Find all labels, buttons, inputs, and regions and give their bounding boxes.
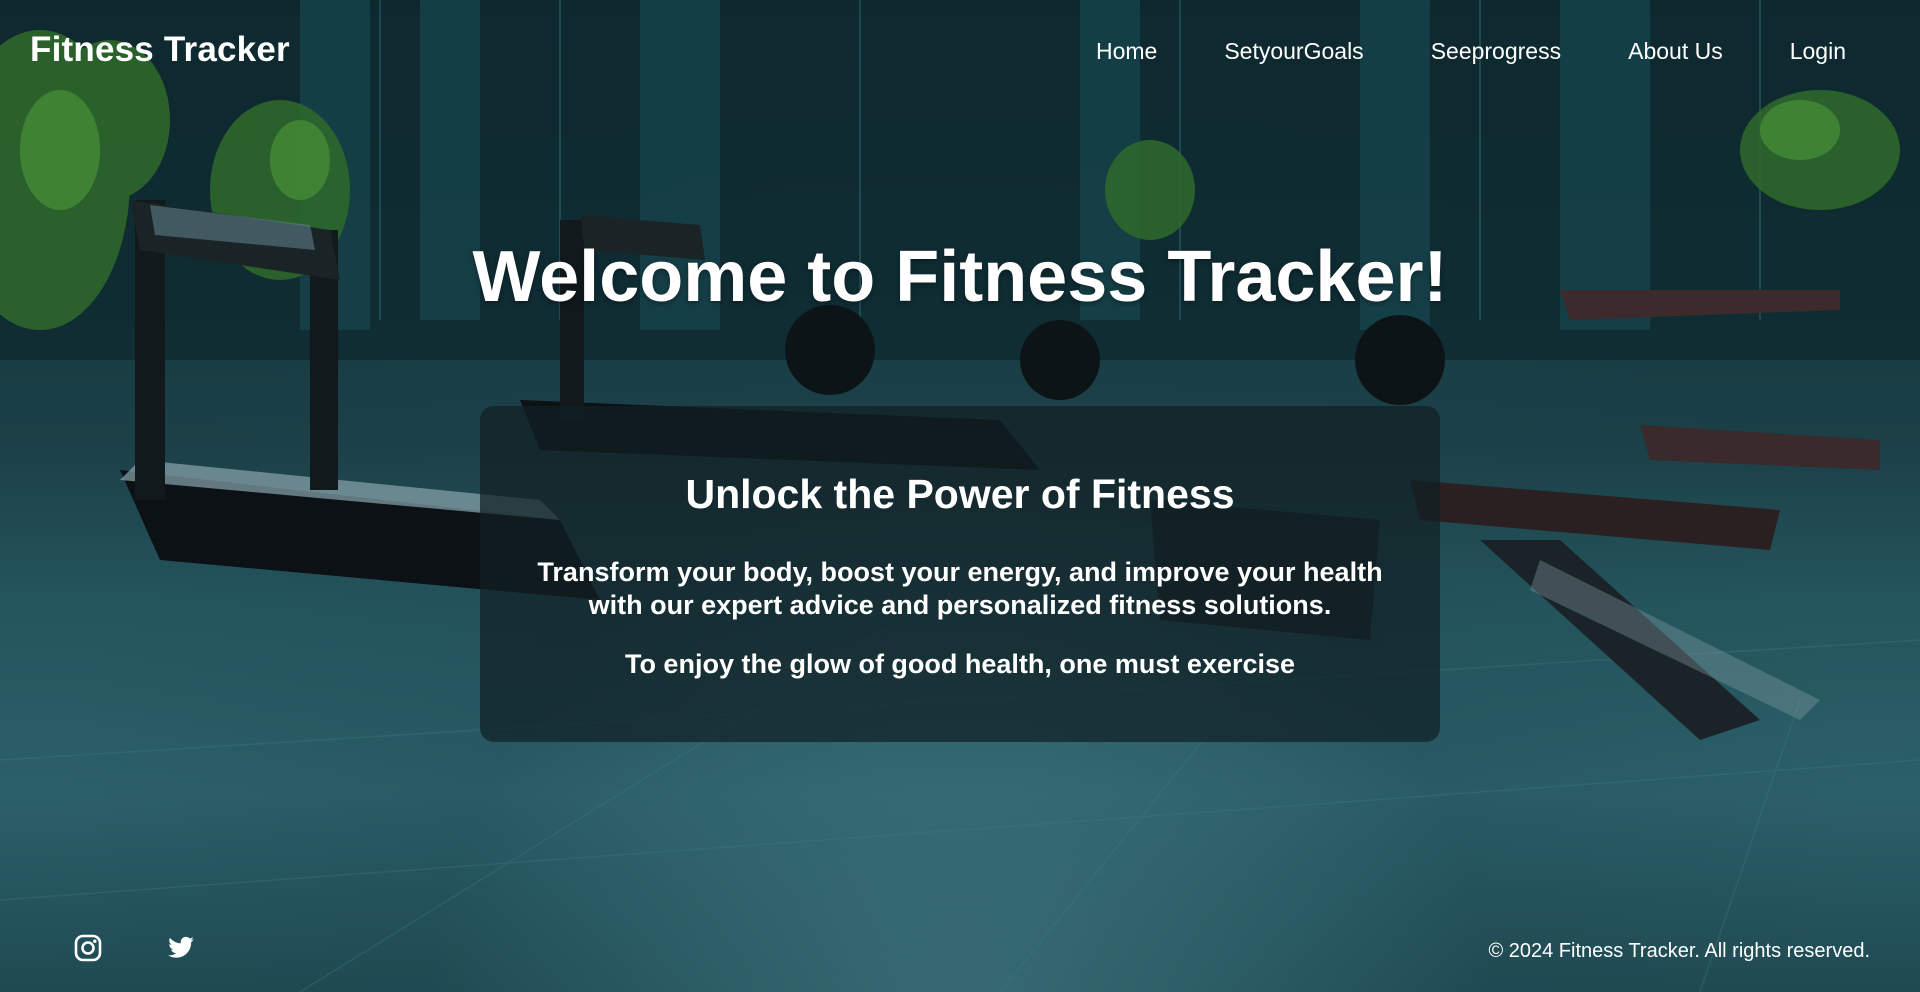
nav-set-goals-link[interactable]: SetyourGoals [1224, 38, 1363, 65]
page: Fitness Tracker Home SetyourGoals Seepro… [0, 0, 1920, 992]
brand-logo[interactable]: Fitness Tracker [30, 30, 290, 70]
card-quote: To enjoy the glow of good health, one mu… [624, 649, 1296, 679]
twitter-icon[interactable] [166, 934, 194, 962]
card-heading: Unlock the Power of Fitness [685, 471, 1235, 517]
nav-links: Home SetyourGoals Seeprogress About Us L… [1029, 38, 1846, 65]
instagram-icon[interactable] [74, 934, 102, 962]
nav-home-link[interactable]: Home [1096, 38, 1157, 65]
card-description: Transform your body, boost your energy, … [537, 557, 1383, 620]
nav-about-us-link[interactable]: About Us [1628, 38, 1723, 65]
nav-login-link[interactable]: Login [1790, 38, 1846, 65]
copyright-text: © 2024 Fitness Tracker. All rights reser… [1488, 940, 1870, 962]
navbar: Fitness Tracker Home SetyourGoals Seepro… [0, 0, 1920, 104]
hero-card: Unlock the Power of Fitness Transform yo… [480, 406, 1440, 742]
nav-see-progress-link[interactable]: Seeprogress [1431, 38, 1561, 65]
hero-title: Welcome to Fitness Tracker! [472, 237, 1448, 317]
social-links [74, 934, 194, 962]
footer: © 2024 Fitness Tracker. All rights reser… [0, 920, 1920, 980]
